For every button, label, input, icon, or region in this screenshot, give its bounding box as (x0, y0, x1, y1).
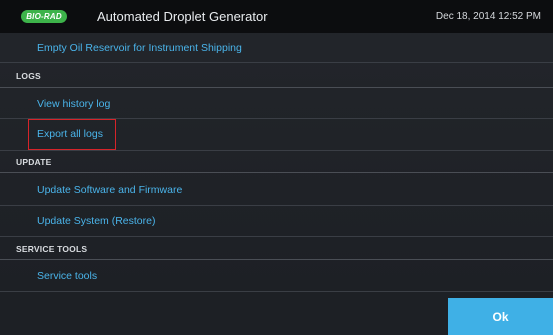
menu-item-update-system-restore[interactable]: Update System (Restore) (37, 215, 155, 227)
highlight-box (28, 119, 116, 150)
menu-item-service-tools[interactable]: Service tools (37, 270, 97, 282)
app-title: Automated Droplet Generator (97, 9, 268, 24)
menu-item-update-software-firmware[interactable]: Update Software and Firmware (37, 184, 182, 196)
section-header-logs: LOGS (16, 71, 41, 81)
divider (0, 150, 553, 151)
datetime: Dec 18, 2014 12:52 PM (435, 11, 541, 22)
section-header-update: UPDATE (16, 157, 52, 167)
divider (0, 291, 553, 292)
screen: BIO-RAD Automated Droplet Generator Dec … (0, 0, 553, 335)
menu-item-view-history-log[interactable]: View history log (37, 98, 110, 110)
ok-button[interactable]: Ok (448, 298, 553, 335)
bio-rad-logo: BIO-RAD (21, 10, 67, 23)
divider (0, 87, 553, 88)
menu-item-empty-oil-reservoir[interactable]: Empty Oil Reservoir for Instrument Shipp… (37, 42, 242, 54)
section-header-service-tools: SERVICE TOOLS (16, 244, 88, 254)
title-bar: BIO-RAD Automated Droplet Generator Dec … (0, 0, 553, 33)
divider (0, 236, 553, 237)
divider (0, 62, 553, 63)
divider (0, 205, 553, 206)
divider (0, 172, 553, 173)
divider (0, 259, 553, 260)
